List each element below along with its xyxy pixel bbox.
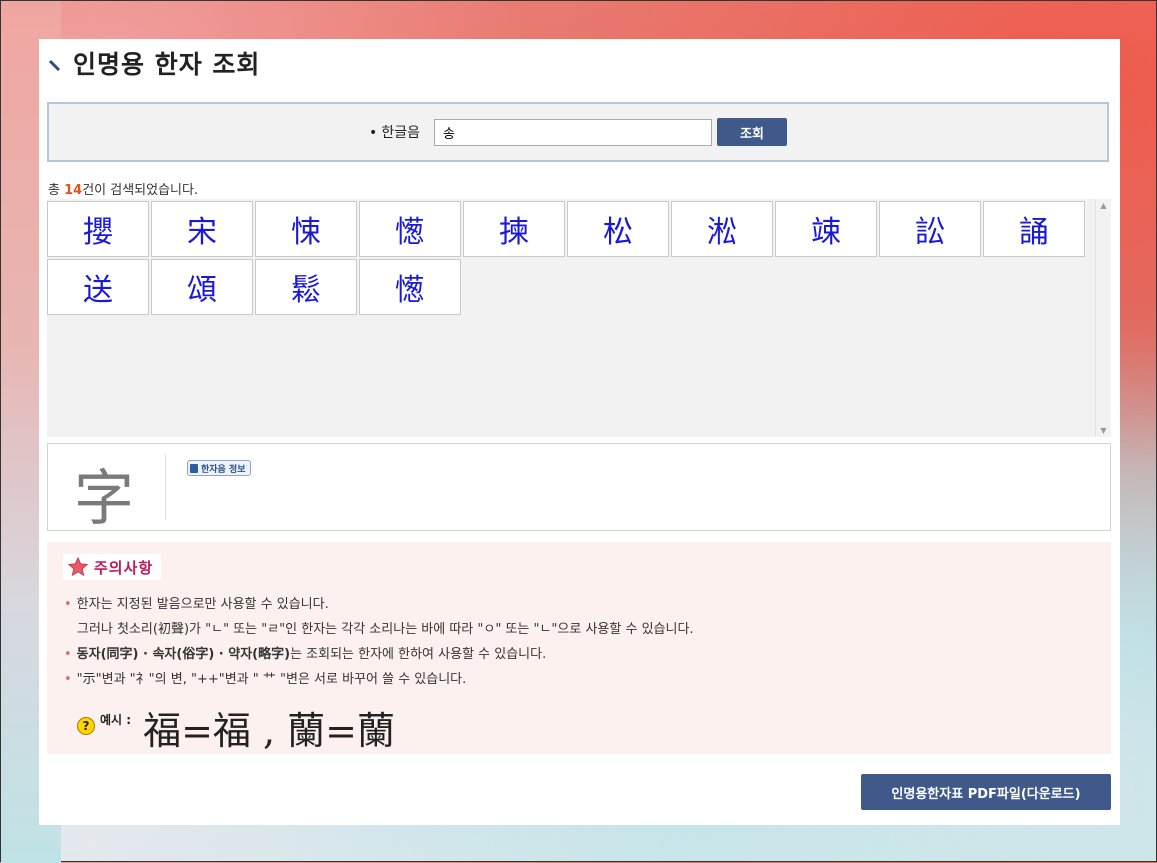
hanja-cell[interactable]: 悚: [255, 201, 357, 257]
character-grid-container[interactable]: 攖 宋 悚 憽 揀 松 淞 竦 訟 誦 送 頌 鬆 憽 ▲ ▼: [47, 199, 1111, 437]
result-suffix: 건이 검색되었습니다.: [82, 183, 199, 198]
search-label-text: 한글음: [381, 125, 420, 141]
bullet-icon: •: [369, 125, 378, 141]
hanja-cell[interactable]: 攖: [47, 201, 149, 257]
scroll-up-icon[interactable]: ▲: [1096, 201, 1111, 210]
notice-list: • 한자는 지정된 발음으로만 사용할 수 있습니다. 그러나 첫소리(初聲)가 …: [64, 592, 694, 692]
badge-label: 한자음 정보: [201, 464, 246, 475]
character-detail: 字 한자음 정보: [47, 443, 1111, 534]
book-icon: [190, 463, 198, 473]
example-characters: 福=福 , 蘭=蘭: [143, 709, 395, 753]
notice-text: 는 조회되는 한자에 한하여 사용할 수 있습니다.: [290, 647, 547, 662]
bullet-icon: •: [64, 647, 72, 662]
hanja-cell[interactable]: 誦: [983, 201, 1085, 257]
notice-section: 주의사항 • 한자는 지정된 발음으로만 사용할 수 있습니다. 그러나 첫소리(…: [47, 542, 1111, 754]
divider: [165, 454, 166, 520]
hanja-info-badge: 한자음 정보: [187, 460, 251, 476]
pdf-download-button[interactable]: 인명용한자표 PDF파일(다운로드): [861, 774, 1111, 810]
notice-item: • 동자(同字) · 속자(俗字) · 약자(略字)는 조회되는 한자에 한하여 …: [64, 642, 694, 667]
search-form: •한글음 조회: [47, 102, 1109, 162]
page-title: 인명용 한자 조회: [73, 50, 261, 79]
notice-heading: 주의사항: [63, 554, 162, 580]
hanja-cell[interactable]: 頌: [151, 259, 253, 315]
notice-title: 주의사항: [94, 558, 154, 577]
example-row: ? 예시 : 福=福 , 蘭=蘭: [77, 698, 395, 753]
star-icon: [67, 556, 89, 577]
example-label: 예시 :: [100, 713, 132, 727]
grid-scrollbar[interactable]: ▲ ▼: [1095, 199, 1111, 437]
result-count: 총 14건이 검색되었습니다.: [48, 179, 198, 198]
result-number: 14: [64, 183, 83, 198]
notice-text: "示"변과 "礻"의 변, "++"변과 " 艹 "변은 서로 바꾸어 쓸 수 …: [76, 672, 467, 687]
character-grid: 攖 宋 悚 憽 揀 松 淞 竦 訟 誦 送 頌 鬆 憽: [47, 201, 1095, 315]
notice-item: • 한자는 지정된 발음으로만 사용할 수 있습니다.: [64, 592, 694, 617]
question-icon: ?: [77, 716, 95, 735]
bullet-icon: •: [64, 597, 72, 612]
detail-glyph: 字: [74, 464, 134, 534]
notice-text: 한자는 지정된 발음으로만 사용할 수 있습니다.: [76, 597, 329, 612]
search-button[interactable]: 조회: [716, 118, 787, 146]
notice-bold-text: 동자(同字) · 속자(俗字) · 약자(略字): [76, 647, 291, 662]
search-label: • 한글음: [369, 122, 420, 142]
hanja-cell[interactable]: 鬆: [255, 259, 357, 315]
hanja-cell[interactable]: 揀: [463, 201, 565, 257]
hanja-cell[interactable]: 憽: [359, 259, 461, 315]
notice-item: • "示"변과 "礻"의 변, "++"변과 " 艹 "변은 서로 바꾸어 쓸 수…: [64, 667, 694, 692]
search-input[interactable]: [433, 118, 712, 146]
bullet-icon: •: [64, 672, 72, 687]
result-prefix: 총: [48, 183, 65, 198]
hanja-cell[interactable]: 訟: [879, 201, 981, 257]
hanja-cell[interactable]: 竦: [775, 201, 877, 257]
page-header: 인명용 한자 조회: [49, 45, 260, 81]
backslash-mark-icon: [49, 59, 61, 71]
notice-item-continued: 그러나 첫소리(初聲)가 "ㄴ" 또는 "ㄹ"인 한자는 각각 소리나는 바에 …: [77, 622, 694, 637]
hanja-cell[interactable]: 宋: [151, 201, 253, 257]
hanja-cell[interactable]: 憽: [359, 201, 461, 257]
hanja-cell[interactable]: 送: [47, 259, 149, 315]
scroll-down-icon[interactable]: ▼: [1096, 426, 1111, 435]
main-panel: 인명용 한자 조회 •한글음 조회 총 14건이 검색되었습니다. 攖 宋 悚 …: [39, 39, 1120, 825]
hanja-cell[interactable]: 松: [567, 201, 669, 257]
hanja-cell[interactable]: 淞: [671, 201, 773, 257]
